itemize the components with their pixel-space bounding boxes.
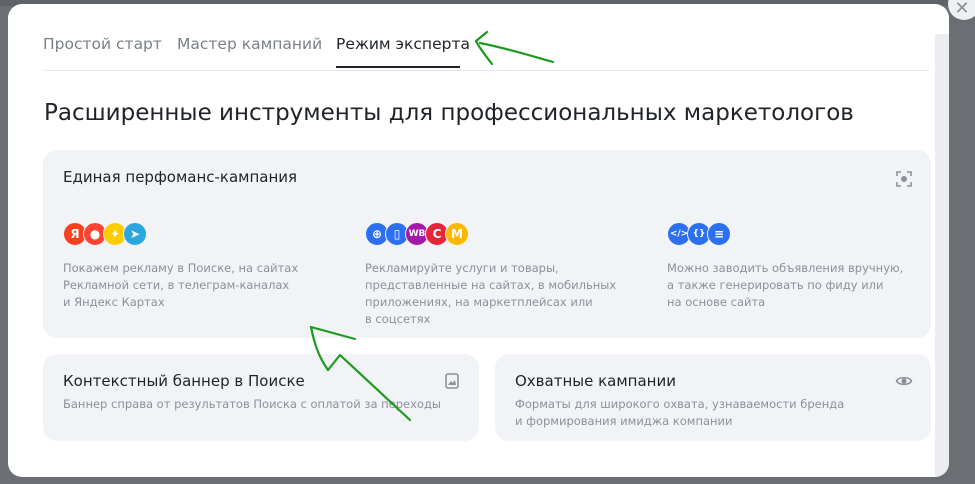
page-title: Расширенные инструменты для профессионал…	[44, 100, 854, 126]
tab-simple-start[interactable]: Простой старт	[43, 35, 162, 53]
channels-column: Я ● ✦ ➤ Покажем рекламу в Поиске, на сайтах…	[63, 222, 298, 311]
yandex-market-logo-icon: M	[445, 222, 469, 246]
sources-description: Рекламируйте услуги и товары, представле…	[365, 261, 617, 326]
active-tab-underline	[336, 66, 460, 68]
expand-icon	[896, 171, 912, 187]
close-button[interactable]: ✕	[948, 0, 975, 20]
card-title: Охватные кампании	[515, 372, 676, 390]
card-title: Единая перфоманс-кампания	[63, 168, 298, 186]
tab-expert-mode[interactable]: Режим эксперта	[336, 35, 470, 53]
campaign-type-modal: Простой старт Мастер кампаний Режим эксп…	[8, 4, 949, 477]
sources-column: ⊕ ▯ WB C M Рекламируйте услуги и товары, пре…	[365, 222, 616, 328]
ads-creation-column: </>{} ≡ Можно заводить объявления вручную…	[667, 222, 903, 311]
channel-logos: Я ● ✦ ➤	[63, 222, 298, 246]
card-description: Баннер справа от результатов Поиска с оп…	[63, 397, 441, 411]
context-banner-card[interactable]: Контекстный баннер в Поиске Баннер справ…	[43, 354, 479, 441]
eye-icon	[895, 376, 913, 386]
telegram-icon: ➤	[123, 222, 147, 246]
image-icon	[445, 373, 459, 389]
modal-edge	[935, 34, 949, 477]
channels-description: Покажем рекламу в Поиске, на сайтах Рекл…	[63, 261, 299, 309]
creation-logos: </>{} ≡	[667, 222, 903, 246]
reach-campaigns-card[interactable]: Охватные кампании Форматы для широкого о…	[495, 354, 931, 441]
mode-tabs: Простой старт Мастер кампаний Режим эксп…	[43, 4, 929, 71]
card-description: Форматы для широкого охвата, узнаваемост…	[515, 397, 845, 428]
tab-campaign-wizard[interactable]: Мастер кампаний	[177, 35, 322, 53]
card-title: Контекстный баннер в Поиске	[63, 372, 305, 390]
unified-performance-card[interactable]: Единая перфоманс-кампания Я ● ✦ ➤ Покажем р…	[43, 150, 931, 338]
close-icon: ✕	[954, 0, 970, 19]
source-logos: ⊕ ▯ WB C M	[365, 222, 616, 246]
document-icon: ≡	[707, 222, 731, 246]
ads-creation-description: Можно заводить объявления вручную, а так…	[667, 261, 904, 309]
